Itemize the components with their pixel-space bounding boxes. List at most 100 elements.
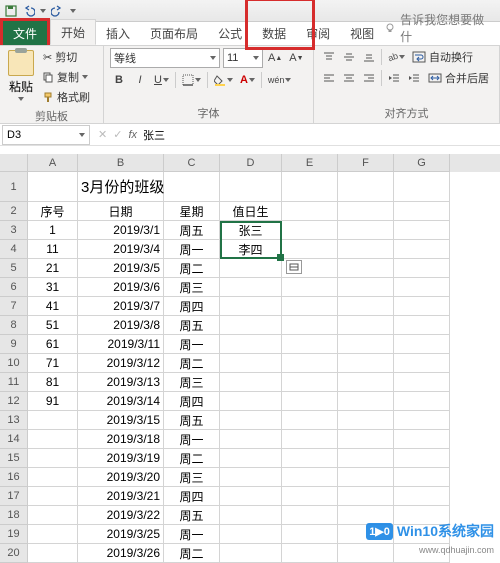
- tab-data[interactable]: 数据: [252, 21, 296, 45]
- cell[interactable]: [338, 487, 394, 506]
- cell[interactable]: [282, 335, 338, 354]
- cell[interactable]: [338, 354, 394, 373]
- cell[interactable]: [338, 240, 394, 259]
- cell[interactable]: 李四: [220, 240, 282, 259]
- italic-button[interactable]: I: [131, 71, 149, 89]
- cell[interactable]: [220, 354, 282, 373]
- cell[interactable]: 2019/3/21: [78, 487, 164, 506]
- cell[interactable]: [338, 316, 394, 335]
- col-header[interactable]: A: [28, 154, 78, 172]
- cell[interactable]: 周三: [164, 468, 220, 487]
- format-painter-button[interactable]: 格式刷: [41, 88, 92, 106]
- cell[interactable]: 周五: [164, 221, 220, 240]
- cell[interactable]: [394, 468, 450, 487]
- cell[interactable]: 2019/3/6: [78, 278, 164, 297]
- cell[interactable]: [394, 487, 450, 506]
- redo-icon[interactable]: [50, 4, 64, 18]
- cell[interactable]: [282, 278, 338, 297]
- cell[interactable]: [338, 411, 394, 430]
- cell[interactable]: 51: [28, 316, 78, 335]
- cell[interactable]: 11: [28, 240, 78, 259]
- cell[interactable]: 周二: [164, 544, 220, 563]
- cell[interactable]: 31: [28, 278, 78, 297]
- enter-icon[interactable]: ✓: [113, 128, 122, 141]
- cell[interactable]: [282, 373, 338, 392]
- cell[interactable]: 91: [28, 392, 78, 411]
- cell[interactable]: [282, 316, 338, 335]
- row-header[interactable]: 11: [0, 373, 28, 392]
- row-header[interactable]: 5: [0, 259, 28, 278]
- col-header[interactable]: E: [282, 154, 338, 172]
- select-all-corner[interactable]: [0, 154, 28, 172]
- row-header[interactable]: 3: [0, 221, 28, 240]
- cell[interactable]: 周二: [164, 354, 220, 373]
- tab-view[interactable]: 视图: [340, 21, 384, 45]
- cell[interactable]: 周三: [164, 278, 220, 297]
- cell[interactable]: [220, 506, 282, 525]
- cell[interactable]: [394, 240, 450, 259]
- row-header[interactable]: 14: [0, 430, 28, 449]
- cell[interactable]: [220, 278, 282, 297]
- cell[interactable]: [338, 544, 394, 563]
- row-header[interactable]: 7: [0, 297, 28, 316]
- cell[interactable]: [338, 297, 394, 316]
- col-header[interactable]: G: [394, 154, 450, 172]
- formula-input[interactable]: 张三: [143, 127, 165, 143]
- cell[interactable]: [394, 297, 450, 316]
- row-header[interactable]: 1: [0, 172, 28, 202]
- cell[interactable]: [394, 316, 450, 335]
- cell[interactable]: 张三: [220, 221, 282, 240]
- row-header[interactable]: 9: [0, 335, 28, 354]
- increase-indent-button[interactable]: [405, 69, 423, 87]
- cell[interactable]: 2019/3/19: [78, 449, 164, 468]
- cell[interactable]: [220, 449, 282, 468]
- cell[interactable]: [220, 468, 282, 487]
- cell[interactable]: 周四: [164, 297, 220, 316]
- cell[interactable]: [394, 430, 450, 449]
- tab-home[interactable]: 开始: [50, 19, 96, 45]
- fill-color-button[interactable]: [212, 71, 235, 89]
- cell[interactable]: 2019/3/22: [78, 506, 164, 525]
- cell[interactable]: [282, 240, 338, 259]
- row-header[interactable]: 6: [0, 278, 28, 297]
- align-bottom-button[interactable]: [360, 48, 378, 66]
- cell[interactable]: [28, 430, 78, 449]
- cell[interactable]: [394, 259, 450, 278]
- cell[interactable]: [28, 506, 78, 525]
- cell[interactable]: 周一: [164, 525, 220, 544]
- tab-insert[interactable]: 插入: [96, 21, 140, 45]
- align-middle-button[interactable]: [340, 48, 358, 66]
- cell[interactable]: [220, 259, 282, 278]
- cell[interactable]: [282, 525, 338, 544]
- cell[interactable]: [282, 544, 338, 563]
- row-header[interactable]: 15: [0, 449, 28, 468]
- cell[interactable]: [338, 259, 394, 278]
- cell[interactable]: 2019/3/15: [78, 411, 164, 430]
- cell[interactable]: 2019/3/20: [78, 468, 164, 487]
- cell[interactable]: [394, 411, 450, 430]
- align-top-button[interactable]: [320, 48, 338, 66]
- tell-me[interactable]: 告诉我您想要做什: [384, 11, 500, 45]
- font-size-combo[interactable]: 11: [223, 48, 263, 68]
- cell[interactable]: 周五: [164, 506, 220, 525]
- font-color-button[interactable]: A: [238, 71, 257, 89]
- col-header[interactable]: F: [338, 154, 394, 172]
- cell[interactable]: [338, 278, 394, 297]
- cell[interactable]: 41: [28, 297, 78, 316]
- cell[interactable]: 2019/3/12: [78, 354, 164, 373]
- cell[interactable]: 周四: [164, 487, 220, 506]
- cell[interactable]: [28, 449, 78, 468]
- cell[interactable]: [220, 525, 282, 544]
- cell[interactable]: [338, 430, 394, 449]
- cell[interactable]: [28, 411, 78, 430]
- cell[interactable]: [338, 449, 394, 468]
- row-header[interactable]: 4: [0, 240, 28, 259]
- bold-button[interactable]: B: [110, 71, 128, 89]
- undo-icon[interactable]: [22, 4, 36, 18]
- cell[interactable]: [282, 487, 338, 506]
- cell[interactable]: 周一: [164, 430, 220, 449]
- row-header[interactable]: 16: [0, 468, 28, 487]
- cell[interactable]: 周一: [164, 335, 220, 354]
- cell[interactable]: [220, 392, 282, 411]
- tab-file[interactable]: 文件: [0, 18, 50, 45]
